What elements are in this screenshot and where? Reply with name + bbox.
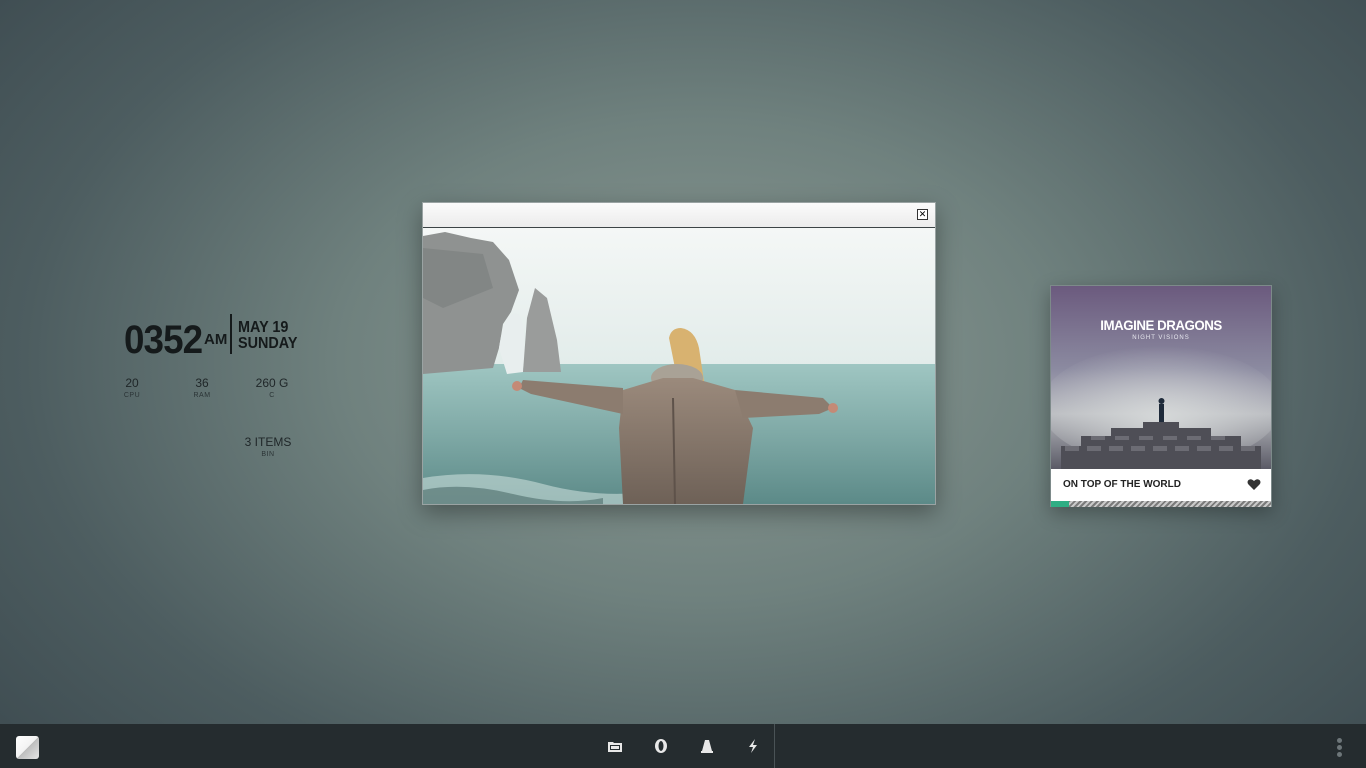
track-title: ON TOP OF THE WORLD	[1063, 479, 1181, 490]
music-player-widget[interactable]: IMAGINE DRAGONS NIGHT VISIONS ON TOP OF …	[1050, 285, 1272, 507]
cpu-stat: 20 CPU	[118, 376, 146, 399]
clock-widget: 0352 AM MAY 19 SUNDAY	[124, 314, 324, 362]
ram-label: RAM	[193, 392, 211, 399]
opera-icon[interactable]	[653, 738, 669, 754]
clock-divider	[230, 314, 232, 354]
band-name: IMAGINE DRAGONS	[1100, 317, 1222, 333]
track-progress-bar[interactable]	[1051, 501, 1271, 507]
track-bar: ON TOP OF THE WORLD	[1051, 469, 1271, 501]
viewer-photo	[423, 228, 935, 504]
album-cover-image	[1051, 286, 1271, 469]
ram-stat: 36 RAM	[188, 376, 216, 399]
file-manager-icon[interactable]	[607, 738, 623, 754]
cpu-value: 20	[125, 376, 139, 390]
album-name: NIGHT VISIONS	[1132, 335, 1190, 341]
disk-stat: 260 G C	[248, 376, 296, 399]
close-button[interactable]: ✕	[917, 209, 928, 220]
taskbar	[0, 724, 1366, 768]
image-viewer-window[interactable]: ✕	[422, 202, 936, 505]
heart-icon[interactable]	[1247, 478, 1261, 491]
start-icon[interactable]	[16, 736, 39, 759]
disk-label: C	[269, 392, 275, 399]
disk-value: 260 G	[255, 376, 289, 390]
clock-time: 0352	[124, 318, 203, 362]
photo-image	[423, 228, 935, 504]
clock-ampm: AM	[204, 331, 228, 348]
viewer-titlebar[interactable]: ✕	[423, 203, 935, 228]
taskbar-divider	[774, 724, 775, 768]
menu-dots-icon[interactable]	[1337, 738, 1343, 758]
clock-day: SUNDAY	[238, 335, 298, 352]
album-art: IMAGINE DRAGONS NIGHT VISIONS	[1051, 286, 1271, 469]
bin-value: 3 ITEMS	[244, 435, 292, 449]
vlc-icon[interactable]	[699, 738, 715, 754]
bin-label: BIN	[261, 451, 275, 458]
ram-value: 36	[195, 376, 209, 390]
winamp-icon[interactable]	[745, 738, 761, 754]
recycle-bin-stat[interactable]: 3 ITEMS BIN	[240, 435, 296, 458]
track-progress-fill	[1051, 501, 1069, 507]
cpu-label: CPU	[123, 392, 141, 399]
